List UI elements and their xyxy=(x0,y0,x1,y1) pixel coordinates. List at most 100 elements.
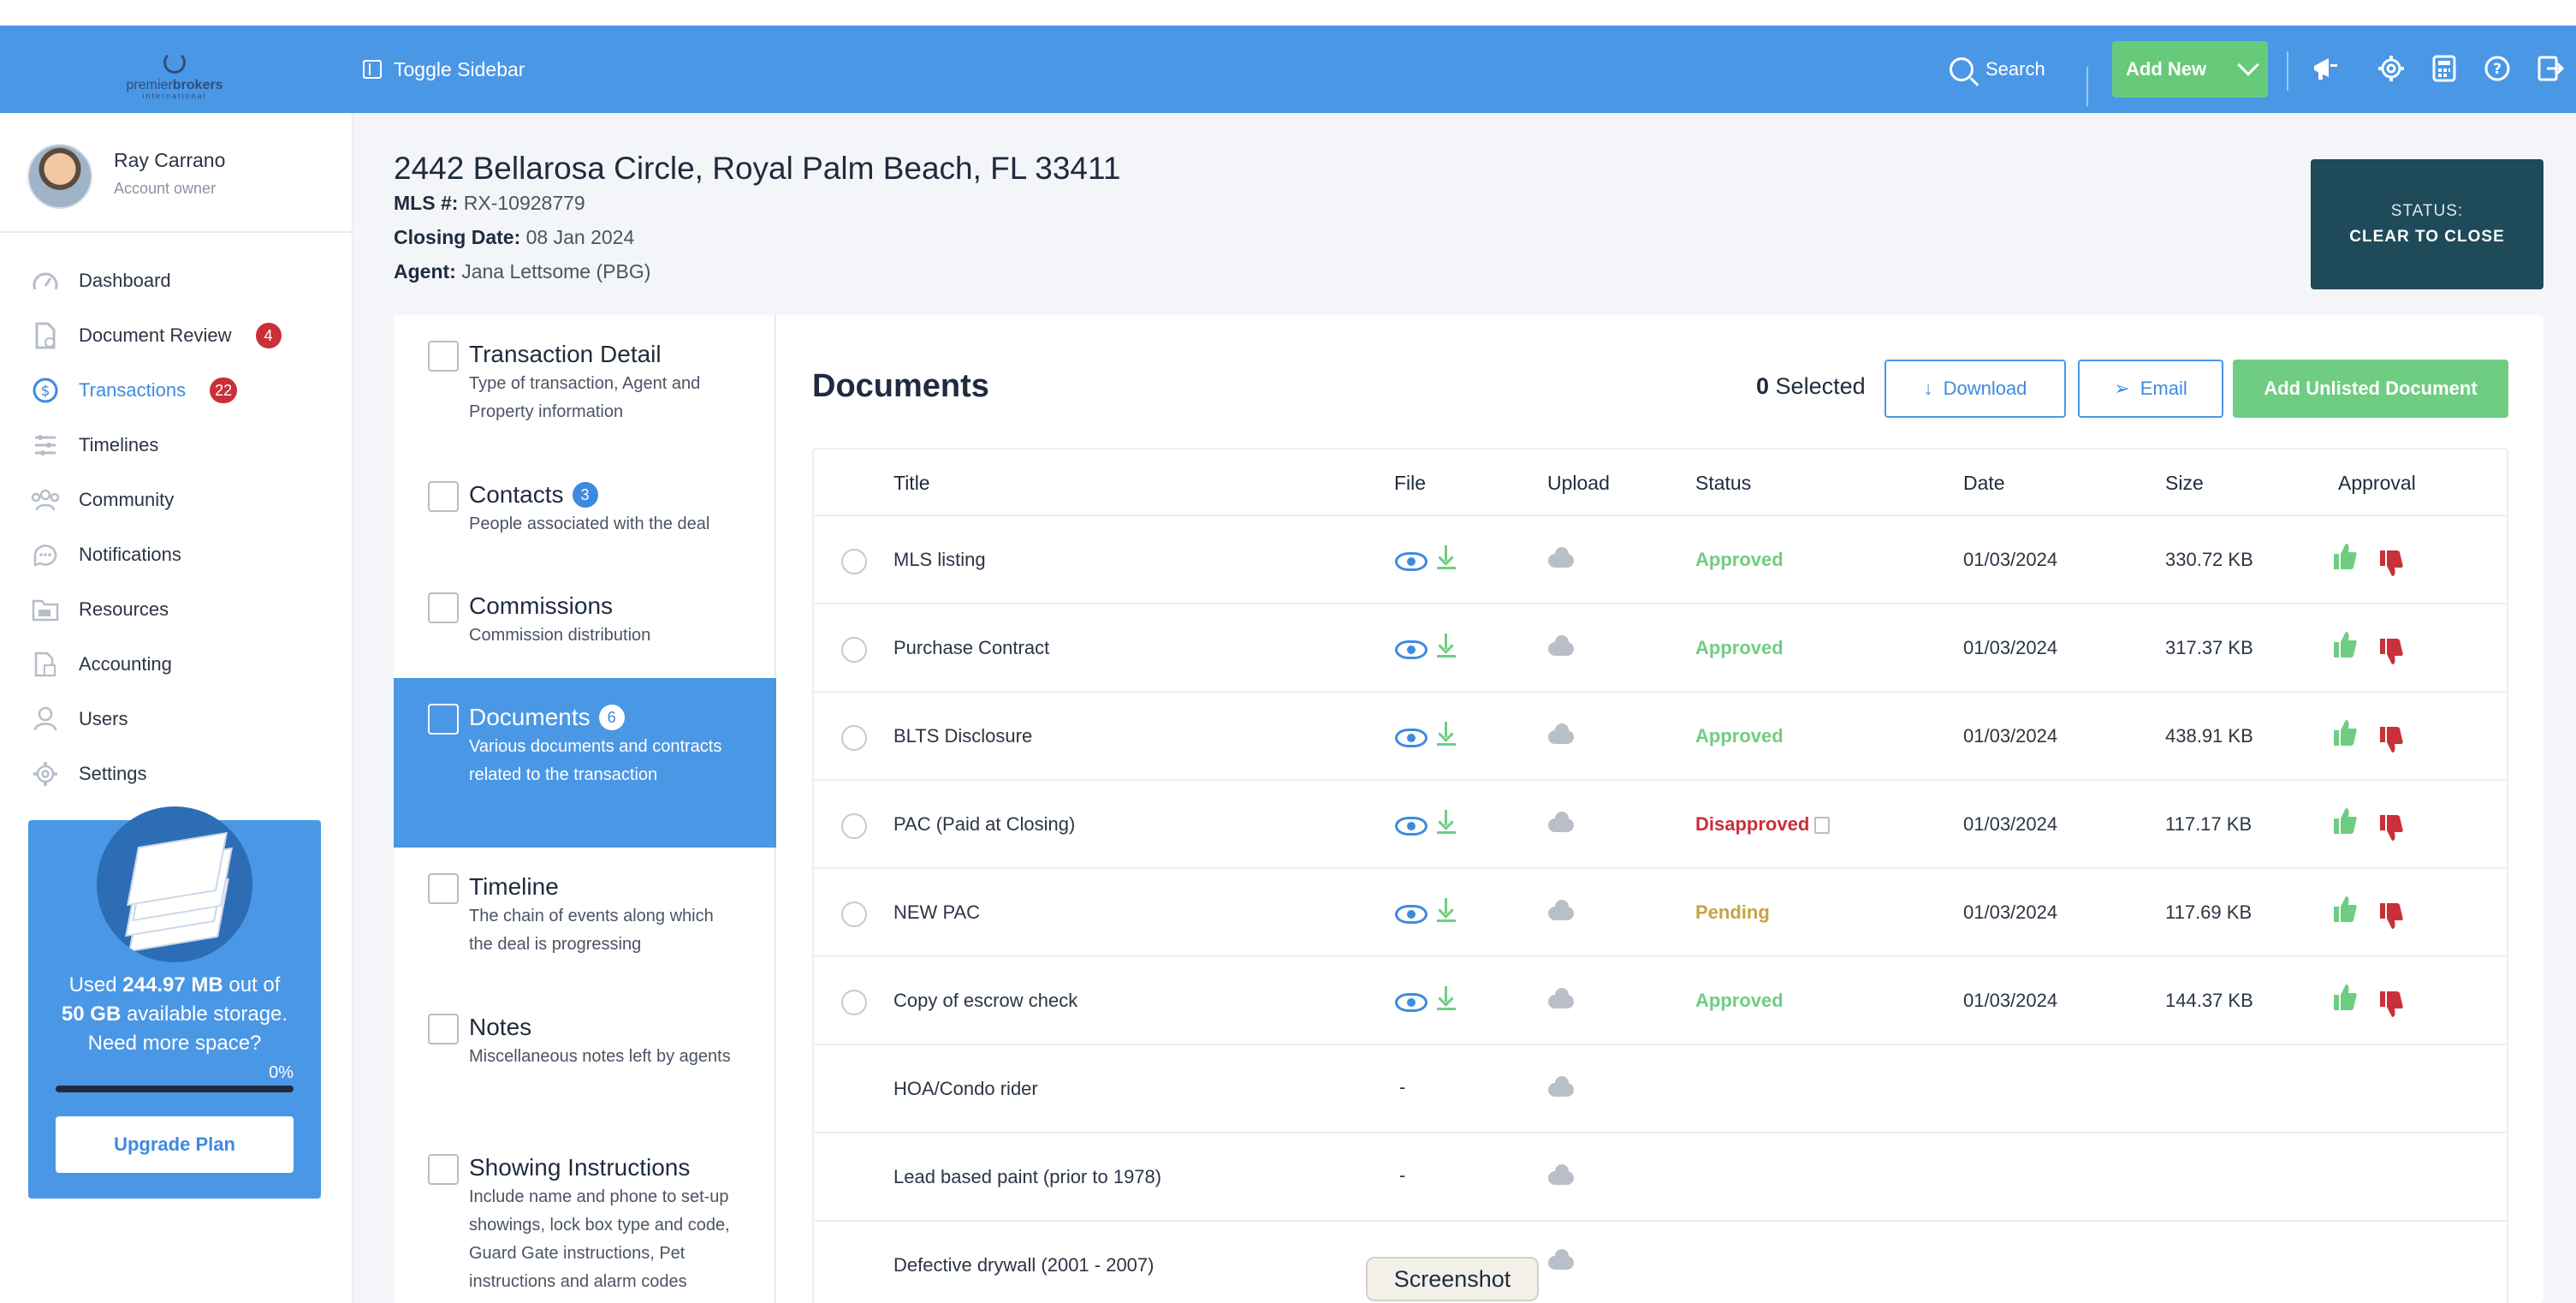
sidebar-item-community[interactable]: Community xyxy=(29,473,337,527)
profile-role: Account owner xyxy=(114,180,217,197)
thumbs-down-icon[interactable] xyxy=(2378,725,2404,754)
eye-icon[interactable] xyxy=(1395,552,1427,571)
add-unlisted-document-button[interactable]: Add Unlisted Document xyxy=(2233,360,2508,418)
documents-table: Title File Upload Status Date Size Appro… xyxy=(812,448,2508,1303)
thumbs-down-icon[interactable] xyxy=(2378,990,2404,1019)
tab-documents[interactable]: Documents 6 Various documents and contrac… xyxy=(394,678,776,848)
contacts-badge: 3 xyxy=(572,482,598,508)
add-new-button[interactable]: Add New xyxy=(2112,41,2268,98)
row-select-radio[interactable] xyxy=(841,725,867,751)
row-select-radio[interactable] xyxy=(841,901,867,927)
sidebar-item-resources[interactable]: Resources xyxy=(29,582,337,637)
cloud-upload-icon[interactable] xyxy=(1548,547,1574,568)
cloud-upload-icon[interactable] xyxy=(1548,1076,1574,1097)
gauge-icon xyxy=(29,265,62,297)
tab-description: Type of transaction, Agent and Property … xyxy=(469,374,701,421)
gear-icon[interactable] xyxy=(2376,53,2407,84)
calculator-icon[interactable] xyxy=(2429,53,2460,84)
email-button[interactable]: ➢ Email xyxy=(2078,360,2223,418)
search-button[interactable]: Search xyxy=(1950,53,2045,86)
sidebar-item-users[interactable]: Users xyxy=(29,692,337,747)
document-date: 01/03/2024 xyxy=(1963,901,2058,923)
cloud-upload-icon[interactable] xyxy=(1548,635,1574,656)
sidebar-item-settings[interactable]: Settings xyxy=(29,747,337,801)
hand-coins-icon xyxy=(428,592,459,623)
download-icon[interactable] xyxy=(1437,810,1456,836)
document-status: Disapproved xyxy=(1695,813,1831,836)
download-icon[interactable] xyxy=(1437,545,1456,571)
cloud-upload-icon[interactable] xyxy=(1548,812,1574,832)
document-status: Approved xyxy=(1695,725,1784,747)
eye-icon[interactable] xyxy=(1395,640,1427,659)
sidebar-item-label: Users xyxy=(79,708,128,729)
thumbs-up-icon[interactable] xyxy=(2332,895,2358,924)
thumbs-down-icon[interactable] xyxy=(2378,549,2404,578)
storage-used-prefix: Used xyxy=(68,973,117,997)
browser-bookmark-strip xyxy=(0,0,2576,26)
tab-commissions[interactable]: Commissions Commission distribution xyxy=(394,567,776,678)
sidebar-item-accounting[interactable]: Accounting xyxy=(29,637,337,692)
download-icon[interactable] xyxy=(1437,898,1456,924)
sidebar-item-timelines[interactable]: Timelines xyxy=(29,418,337,473)
cloud-upload-icon[interactable] xyxy=(1548,723,1574,744)
cloud-upload-icon[interactable] xyxy=(1548,1164,1574,1185)
row-select-radio[interactable] xyxy=(841,549,867,574)
sidebar-item-notifications[interactable]: Notifications xyxy=(29,527,337,582)
thumbs-down-icon[interactable] xyxy=(2378,901,2404,931)
column-size[interactable]: Size xyxy=(2165,472,2204,495)
tab-timeline[interactable]: Timeline The chain of events along which… xyxy=(394,848,776,988)
eye-icon[interactable] xyxy=(1395,817,1427,836)
sidebar-item-transactions[interactable]: $ Transactions 22 xyxy=(29,363,337,418)
thumbs-up-icon[interactable] xyxy=(2332,983,2358,1012)
column-status[interactable]: Status xyxy=(1695,472,1751,495)
download-icon[interactable] xyxy=(1437,986,1456,1012)
download-button[interactable]: ↓ Download xyxy=(1885,360,2066,418)
cloud-upload-icon[interactable] xyxy=(1548,988,1574,1008)
toggle-sidebar-button[interactable]: Toggle Sidebar xyxy=(363,57,525,82)
tab-title: Documents xyxy=(469,704,591,730)
row-select-radio[interactable] xyxy=(841,637,867,663)
document-title: Copy of escrow check xyxy=(893,990,1078,1011)
user-profile[interactable]: Ray Carrano Account owner xyxy=(27,144,335,212)
thumbs-up-icon[interactable] xyxy=(2332,806,2358,836)
download-label: Download xyxy=(1943,378,2027,399)
sidebar: Ray Carrano Account owner Dashboard Docu… xyxy=(0,113,353,1303)
tab-contacts[interactable]: Contacts 3 People associated with the dea… xyxy=(394,455,776,567)
thumbs-down-icon[interactable] xyxy=(2378,813,2404,842)
column-file[interactable]: File xyxy=(1394,472,1426,495)
thumbs-up-icon[interactable] xyxy=(2332,718,2358,747)
upgrade-plan-button[interactable]: Upgrade Plan xyxy=(56,1116,294,1173)
eye-icon[interactable] xyxy=(1395,993,1427,1012)
download-icon[interactable] xyxy=(1437,634,1456,659)
tab-title: Transaction Detail xyxy=(469,341,662,367)
eye-icon[interactable] xyxy=(1395,905,1427,924)
help-icon[interactable]: ? xyxy=(2482,53,2513,84)
tab-showing-instructions[interactable]: Showing Instructions Include name and ph… xyxy=(394,1128,776,1303)
eye-icon[interactable] xyxy=(1395,729,1427,747)
column-title[interactable]: Title xyxy=(893,472,930,495)
column-upload[interactable]: Upload xyxy=(1547,472,1610,495)
property-address: 2442 Bellarosa Circle, Royal Palm Beach,… xyxy=(394,151,1121,186)
document-date: 01/03/2024 xyxy=(1963,725,2058,747)
company-logo[interactable]: premierbrokers international xyxy=(122,51,228,100)
megaphone-icon[interactable] xyxy=(2311,53,2342,84)
row-select-radio[interactable] xyxy=(841,990,867,1015)
table-row: MLS listing Approved 01/03/2024 330.72 K… xyxy=(814,516,2507,604)
logout-icon[interactable] xyxy=(2535,53,2566,84)
note-icon[interactable] xyxy=(1814,817,1831,835)
tab-title: Timeline xyxy=(469,873,559,900)
sidebar-item-dashboard[interactable]: Dashboard xyxy=(29,253,337,308)
tab-notes[interactable]: Notes Miscellaneous notes left by agents xyxy=(394,988,776,1128)
row-select-radio[interactable] xyxy=(841,813,867,839)
column-date[interactable]: Date xyxy=(1963,472,2005,495)
sidebar-item-document-review[interactable]: Document Review 4 xyxy=(29,308,337,363)
column-approval[interactable]: Approval xyxy=(2338,472,2416,495)
download-icon[interactable] xyxy=(1437,722,1456,747)
app-header: premierbrokers international Toggle Side… xyxy=(0,26,2576,113)
tab-transaction-detail[interactable]: Transaction Detail Type of transaction, … xyxy=(394,315,776,455)
thumbs-up-icon[interactable] xyxy=(2332,630,2358,659)
cloud-upload-icon[interactable] xyxy=(1548,900,1574,920)
thumbs-up-icon[interactable] xyxy=(2332,542,2358,571)
cloud-upload-icon[interactable] xyxy=(1548,1249,1574,1270)
thumbs-down-icon[interactable] xyxy=(2378,637,2404,666)
